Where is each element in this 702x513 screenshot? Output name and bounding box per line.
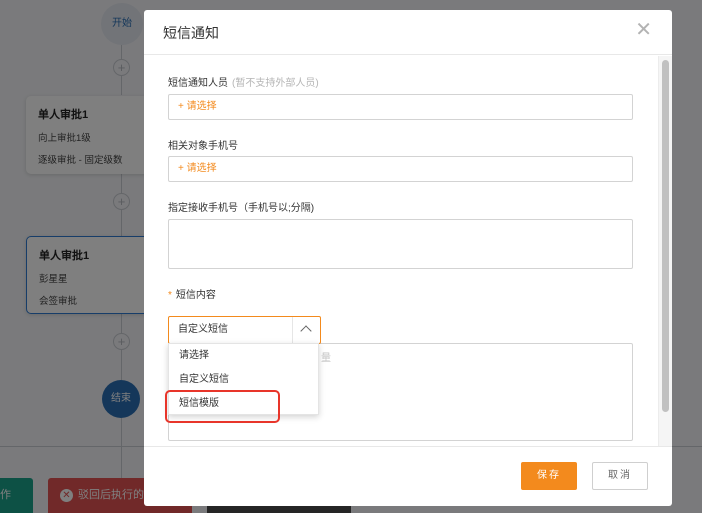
option-custom-sms[interactable]: 自定义短信 xyxy=(169,368,318,392)
dialog-body: 短信通知人员 (暂不支持外部人员) + 请选择 相关对象手机号 + 请选择 指定接… xyxy=(144,56,672,446)
dialog-footer: 保存 取消 xyxy=(144,446,672,506)
dialog-title: 短信通知 xyxy=(163,25,219,41)
cancel-button[interactable]: 取消 xyxy=(592,462,648,490)
content-placeholder: 量 xyxy=(321,353,331,364)
content-label-text: 短信内容 xyxy=(175,290,216,301)
option-please-select[interactable]: 请选择 xyxy=(169,344,318,368)
dialog-scrollbar[interactable] xyxy=(658,56,672,446)
required-mark: * xyxy=(168,290,172,301)
recipients-select[interactable]: + 请选择 xyxy=(168,94,633,120)
content-label: * 短信内容 xyxy=(168,286,216,301)
close-icon[interactable]: ✕ xyxy=(635,20,652,40)
sms-notification-dialog: 短信通知 ✕ 短信通知人员 (暂不支持外部人员) + 请选择 相关对象手机号 + … xyxy=(144,10,672,506)
recipients-label-text: 短信通知人员 xyxy=(168,78,228,89)
recipients-label: 短信通知人员 (暂不支持外部人员) xyxy=(168,74,319,89)
designated-phone-label: 指定接收手机号（手机号以;分隔) xyxy=(168,203,315,214)
content-type-value: 自定义短信 xyxy=(178,324,228,335)
highlight-annotation xyxy=(165,390,280,423)
save-button[interactable]: 保存 xyxy=(521,462,577,490)
chevron-up-icon[interactable] xyxy=(292,317,320,343)
recipients-hint: (暂不支持外部人员) xyxy=(232,78,319,89)
content-type-select[interactable]: 自定义短信 xyxy=(168,316,321,344)
designated-phone-textarea[interactable] xyxy=(168,219,633,269)
related-phone-label: 相关对象手机号 xyxy=(168,141,238,152)
related-phone-select[interactable]: + 请选择 xyxy=(168,156,633,182)
scroll-thumb[interactable] xyxy=(662,60,669,412)
dialog-header: 短信通知 ✕ xyxy=(144,10,672,55)
